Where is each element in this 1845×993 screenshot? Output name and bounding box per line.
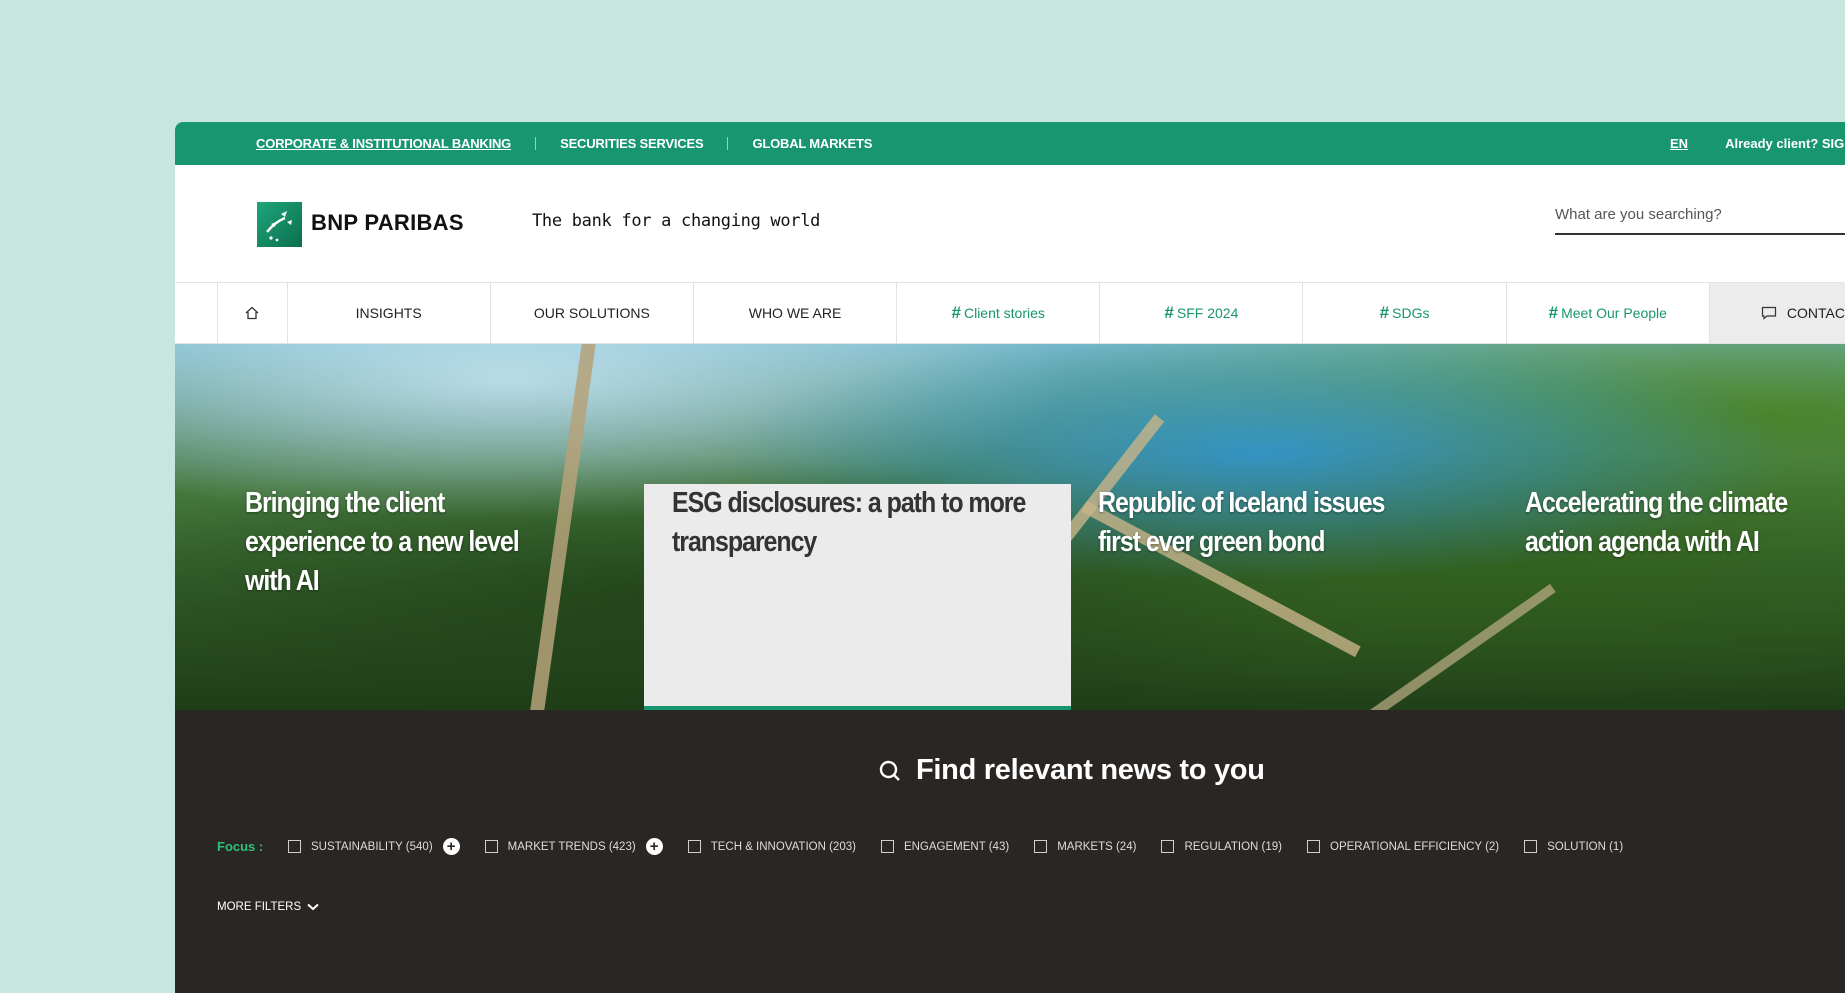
nav-tag-sff-2024[interactable]: # SFF 2024 [1100, 283, 1304, 343]
site-header: BNP PARIBAS The bank for a changing worl… [175, 165, 1845, 283]
filter-regulation[interactable]: REGULATION (19) [1161, 840, 1282, 853]
top-bar: CORPORATE & INSTITUTIONAL BANKING SECURI… [175, 122, 1845, 165]
brand-name[interactable]: BNP PARIBAS [311, 210, 464, 236]
hero-card-climate-ai[interactable]: Accelerating the climate action agenda w… [1525, 484, 1835, 562]
nav-spacer [175, 283, 218, 343]
checkbox[interactable] [484, 840, 498, 853]
news-filter-section: Find relevant news to you Focus : SUSTAI… [175, 710, 1845, 993]
checkbox[interactable] [687, 840, 701, 853]
checkbox[interactable] [288, 840, 301, 853]
signin-link[interactable]: Already client? SIGN [1725, 136, 1845, 151]
filter-sustainability[interactable]: SUSTAINABILITY (540) + [288, 838, 460, 855]
nav-tag-label: Client stories [963, 305, 1045, 321]
nav-tag-sdgs[interactable]: # SDGs [1303, 283, 1507, 343]
nav-tag-client-stories[interactable]: # Client stories [897, 283, 1101, 343]
bnp-logo-icon[interactable] [257, 202, 302, 247]
topbar-right: EN Already client? SIGN [1670, 122, 1845, 165]
checkbox[interactable] [880, 840, 894, 853]
browser-page: CORPORATE & INSTITUTIONAL BANKING SECURI… [175, 122, 1845, 993]
focus-label: Focus : [217, 839, 264, 854]
news-headline-text: Find relevant news to you [916, 754, 1265, 786]
filter-label: REGULATION (19) [1184, 840, 1282, 853]
checkbox[interactable] [1307, 840, 1320, 853]
nav-tag-label: Meet Our People [1561, 305, 1667, 321]
more-filters-label: MORE FILTERS [217, 901, 302, 913]
filter-market-trends[interactable]: MARKET TRENDS (423) + [484, 838, 663, 855]
filter-solution[interactable]: SOLUTION (1) [1524, 840, 1623, 853]
hero-card-active[interactable]: ESG disclosures: a path to more transpar… [644, 484, 1071, 711]
chat-icon [1761, 306, 1776, 320]
more-filters-button[interactable]: MORE FILTERS [217, 901, 319, 913]
search-input[interactable] [1555, 195, 1845, 235]
home-button[interactable] [218, 283, 288, 343]
topbar-link-securities[interactable]: SECURITIES SERVICES [560, 136, 704, 151]
divider [535, 137, 537, 150]
nav-tag-meet-our-people[interactable]: # Meet Our People [1507, 283, 1710, 343]
nav-item-solutions[interactable]: OUR SOLUTIONS [491, 283, 694, 343]
plus-circle-icon[interactable]: + [442, 838, 460, 855]
filter-tech-innovation[interactable]: TECH & INNOVATION (203) [687, 840, 856, 853]
brand-tagline: The bank for a changing world [532, 211, 821, 231]
topbar-link-cib[interactable]: CORPORATE & INSTITUTIONAL BANKING [256, 136, 511, 151]
hashtag-icon: # [1379, 303, 1390, 322]
filter-operational-efficiency[interactable]: OPERATIONAL EFFICIENCY (2) [1307, 840, 1499, 853]
plus-circle-icon[interactable]: + [645, 838, 663, 855]
filter-label: TECH & INNOVATION (203) [710, 840, 856, 853]
divider [727, 137, 729, 150]
hero-carousel: Bringing the client experience to a new … [175, 344, 1845, 711]
topbar-link-markets[interactable]: GLOBAL MARKETS [752, 136, 872, 151]
filter-engagement[interactable]: ENGAGEMENT (43) [880, 840, 1010, 853]
news-headline: Find relevant news to you [878, 754, 1265, 787]
filter-label: SUSTAINABILITY (540) [311, 840, 433, 853]
hero-card-ai-client[interactable]: Bringing the client experience to a new … [245, 484, 555, 601]
hero-card-title: ESG disclosures: a path to more transpar… [672, 487, 1026, 558]
hero-card-iceland-bond[interactable]: Republic of Iceland issues first ever gr… [1098, 484, 1408, 562]
contact-label: CONTAC [1786, 305, 1845, 321]
hashtag-icon: # [1164, 303, 1174, 322]
filter-markets[interactable]: MARKETS (24) [1034, 840, 1136, 853]
nav-item-insights[interactable]: INSIGHTS [288, 283, 491, 343]
checkbox[interactable] [1034, 840, 1048, 853]
chevron-down-icon [307, 903, 319, 911]
language-switch[interactable]: EN [1670, 136, 1688, 151]
filter-label: ENGAGEMENT (43) [903, 840, 1010, 853]
focus-filters: SUSTAINABILITY (540) + MARKET TRENDS (42… [288, 838, 1648, 855]
hashtag-icon: # [1548, 303, 1559, 322]
filter-label: MARKETS (24) [1057, 840, 1137, 853]
filter-label: MARKET TRENDS (423) [507, 840, 636, 853]
search-icon [879, 760, 900, 781]
nav-item-who-we-are[interactable]: WHO WE ARE [694, 283, 898, 343]
nav-tag-label: SFF 2024 [1176, 305, 1239, 321]
contact-button[interactable]: CONTAC [1709, 283, 1845, 343]
home-icon [245, 306, 259, 320]
hashtag-icon: # [951, 303, 961, 322]
checkbox[interactable] [1524, 840, 1538, 853]
checkbox[interactable] [1161, 840, 1175, 853]
nav-tag-label: SDGs [1392, 305, 1430, 321]
filter-label: OPERATIONAL EFFICIENCY (2) [1330, 840, 1500, 853]
main-nav: INSIGHTS OUR SOLUTIONS WHO WE ARE # Clie… [175, 283, 1845, 344]
filter-label: SOLUTION (1) [1547, 840, 1624, 853]
